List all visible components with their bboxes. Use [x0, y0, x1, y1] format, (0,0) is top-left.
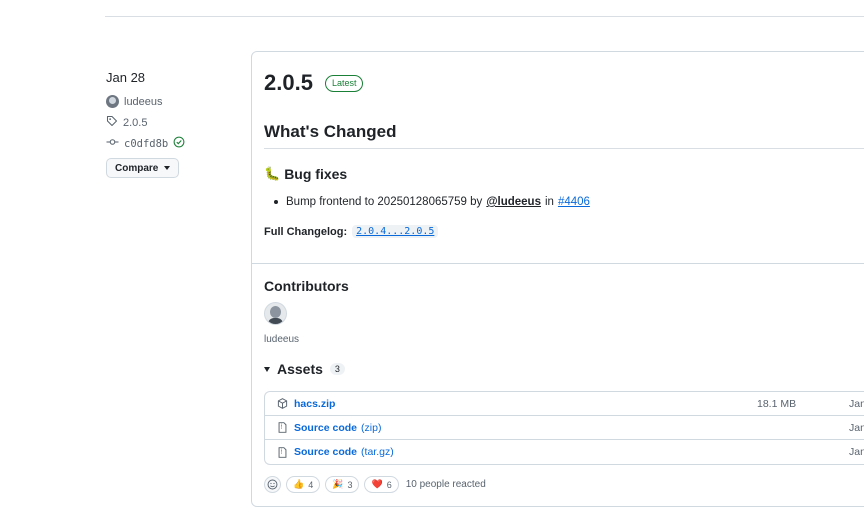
- reaction-count: 3: [347, 479, 353, 490]
- assets-heading: Assets: [277, 361, 323, 377]
- tag-icon: [106, 115, 118, 130]
- asset-date: Jan: [849, 446, 864, 458]
- release-card: 2.0.5 Latest What's Changed 🐛 Bug fixes …: [251, 51, 864, 507]
- party-popper-icon: 🎉: [332, 479, 344, 489]
- commit-link[interactable]: c0dfd8b: [106, 133, 236, 154]
- release-header: 2.0.5 Latest: [264, 70, 364, 96]
- verified-check-icon[interactable]: [173, 136, 185, 151]
- asset-date: Jan: [849, 421, 864, 434]
- thumbs-up-icon: 👍: [293, 479, 305, 489]
- author-name: ludeeus: [124, 95, 163, 108]
- contributor-avatar[interactable]: [264, 302, 287, 325]
- asset-suffix[interactable]: (zip): [361, 422, 381, 434]
- change-text: Bump frontend to 20250128065759 by: [286, 196, 483, 208]
- asset-name[interactable]: Source code: [294, 422, 357, 434]
- commit-sha: c0dfd8b: [124, 137, 169, 150]
- asset-name[interactable]: hacs.zip: [294, 398, 335, 410]
- contributor-name[interactable]: ludeeus: [264, 334, 299, 345]
- full-changelog-link[interactable]: 2.0.4...2.0.5: [352, 225, 439, 238]
- file-zip-icon: [277, 422, 288, 433]
- reaction-count: 6: [386, 479, 392, 490]
- avatar-body: [268, 318, 283, 324]
- commit-icon: [106, 136, 119, 151]
- author-mention-link[interactable]: @ludeeus: [486, 196, 541, 208]
- tag-name: 2.0.5: [123, 116, 148, 129]
- assets-toggle[interactable]: Assets 3: [264, 361, 345, 377]
- author-link[interactable]: ludeeus: [106, 91, 236, 112]
- latest-badge: Latest: [324, 74, 364, 92]
- asset-suffix[interactable]: (tar.gz): [361, 446, 394, 458]
- avatar-face: [270, 306, 281, 318]
- package-icon: [277, 398, 288, 409]
- change-list-item: Bump frontend to 20250128065759 by @lude…: [274, 196, 590, 208]
- release-date: Jan 28: [106, 70, 146, 85]
- asset-row[interactable]: Source code (tar.gz) Jan: [265, 440, 864, 464]
- assets-count-badge: 3: [329, 363, 345, 375]
- smiley-icon: [267, 479, 278, 490]
- reaction-count: 4: [308, 479, 314, 490]
- whats-changed-heading: What's Changed: [264, 122, 397, 141]
- tag-link[interactable]: 2.0.5: [106, 112, 236, 133]
- reactions-bar: 👍 4 🎉 3 ❤️ 6 10 people reacted: [264, 476, 486, 493]
- reactions-summary: 10 people reacted: [405, 479, 486, 490]
- add-reaction-button[interactable]: [264, 476, 281, 493]
- compare-button[interactable]: Compare: [106, 158, 180, 178]
- heart-icon: ❤️: [371, 479, 383, 489]
- asset-size: 18.1 MB: [757, 397, 797, 410]
- bug-fixes-heading: 🐛 Bug fixes: [264, 166, 347, 182]
- bullet-dot: [274, 200, 278, 204]
- contributors-heading: Contributors: [264, 278, 349, 294]
- asset-row[interactable]: Source code (zip) Jan: [265, 416, 864, 440]
- asset-name[interactable]: Source code: [294, 446, 357, 458]
- pull-request-link[interactable]: #4406: [558, 196, 590, 208]
- section-divider: [252, 263, 864, 264]
- in-word: in: [544, 196, 554, 208]
- reaction-heart[interactable]: ❤️ 6: [364, 476, 399, 493]
- full-changelog: Full Changelog: 2.0.4...2.0.5: [264, 225, 439, 238]
- release-meta: Jan 28 ludeeus 2.0.5 c0dfd8b Compare: [106, 70, 236, 178]
- file-zip-icon: [277, 446, 288, 458]
- top-divider: [105, 16, 864, 17]
- bug-icon: 🐛: [264, 166, 281, 181]
- triangle-down-icon: [264, 366, 270, 372]
- asset-row[interactable]: hacs.zip 18.1 MB Jan: [265, 392, 864, 416]
- compare-label: Compare: [115, 162, 159, 174]
- full-changelog-label: Full Changelog:: [264, 225, 348, 238]
- reaction-thumbs-up[interactable]: 👍 4: [286, 476, 321, 493]
- asset-date: Jan: [849, 397, 864, 410]
- author-avatar: [106, 95, 119, 108]
- assets-list: hacs.zip 18.1 MB Jan Source code (zip) J…: [264, 391, 864, 465]
- reaction-hooray[interactable]: 🎉 3: [325, 476, 360, 493]
- bug-fixes-label: Bug fixes: [284, 166, 348, 182]
- chevron-down-icon: [164, 166, 171, 170]
- heading-rule: [264, 148, 864, 149]
- release-version[interactable]: 2.0.5: [264, 70, 313, 96]
